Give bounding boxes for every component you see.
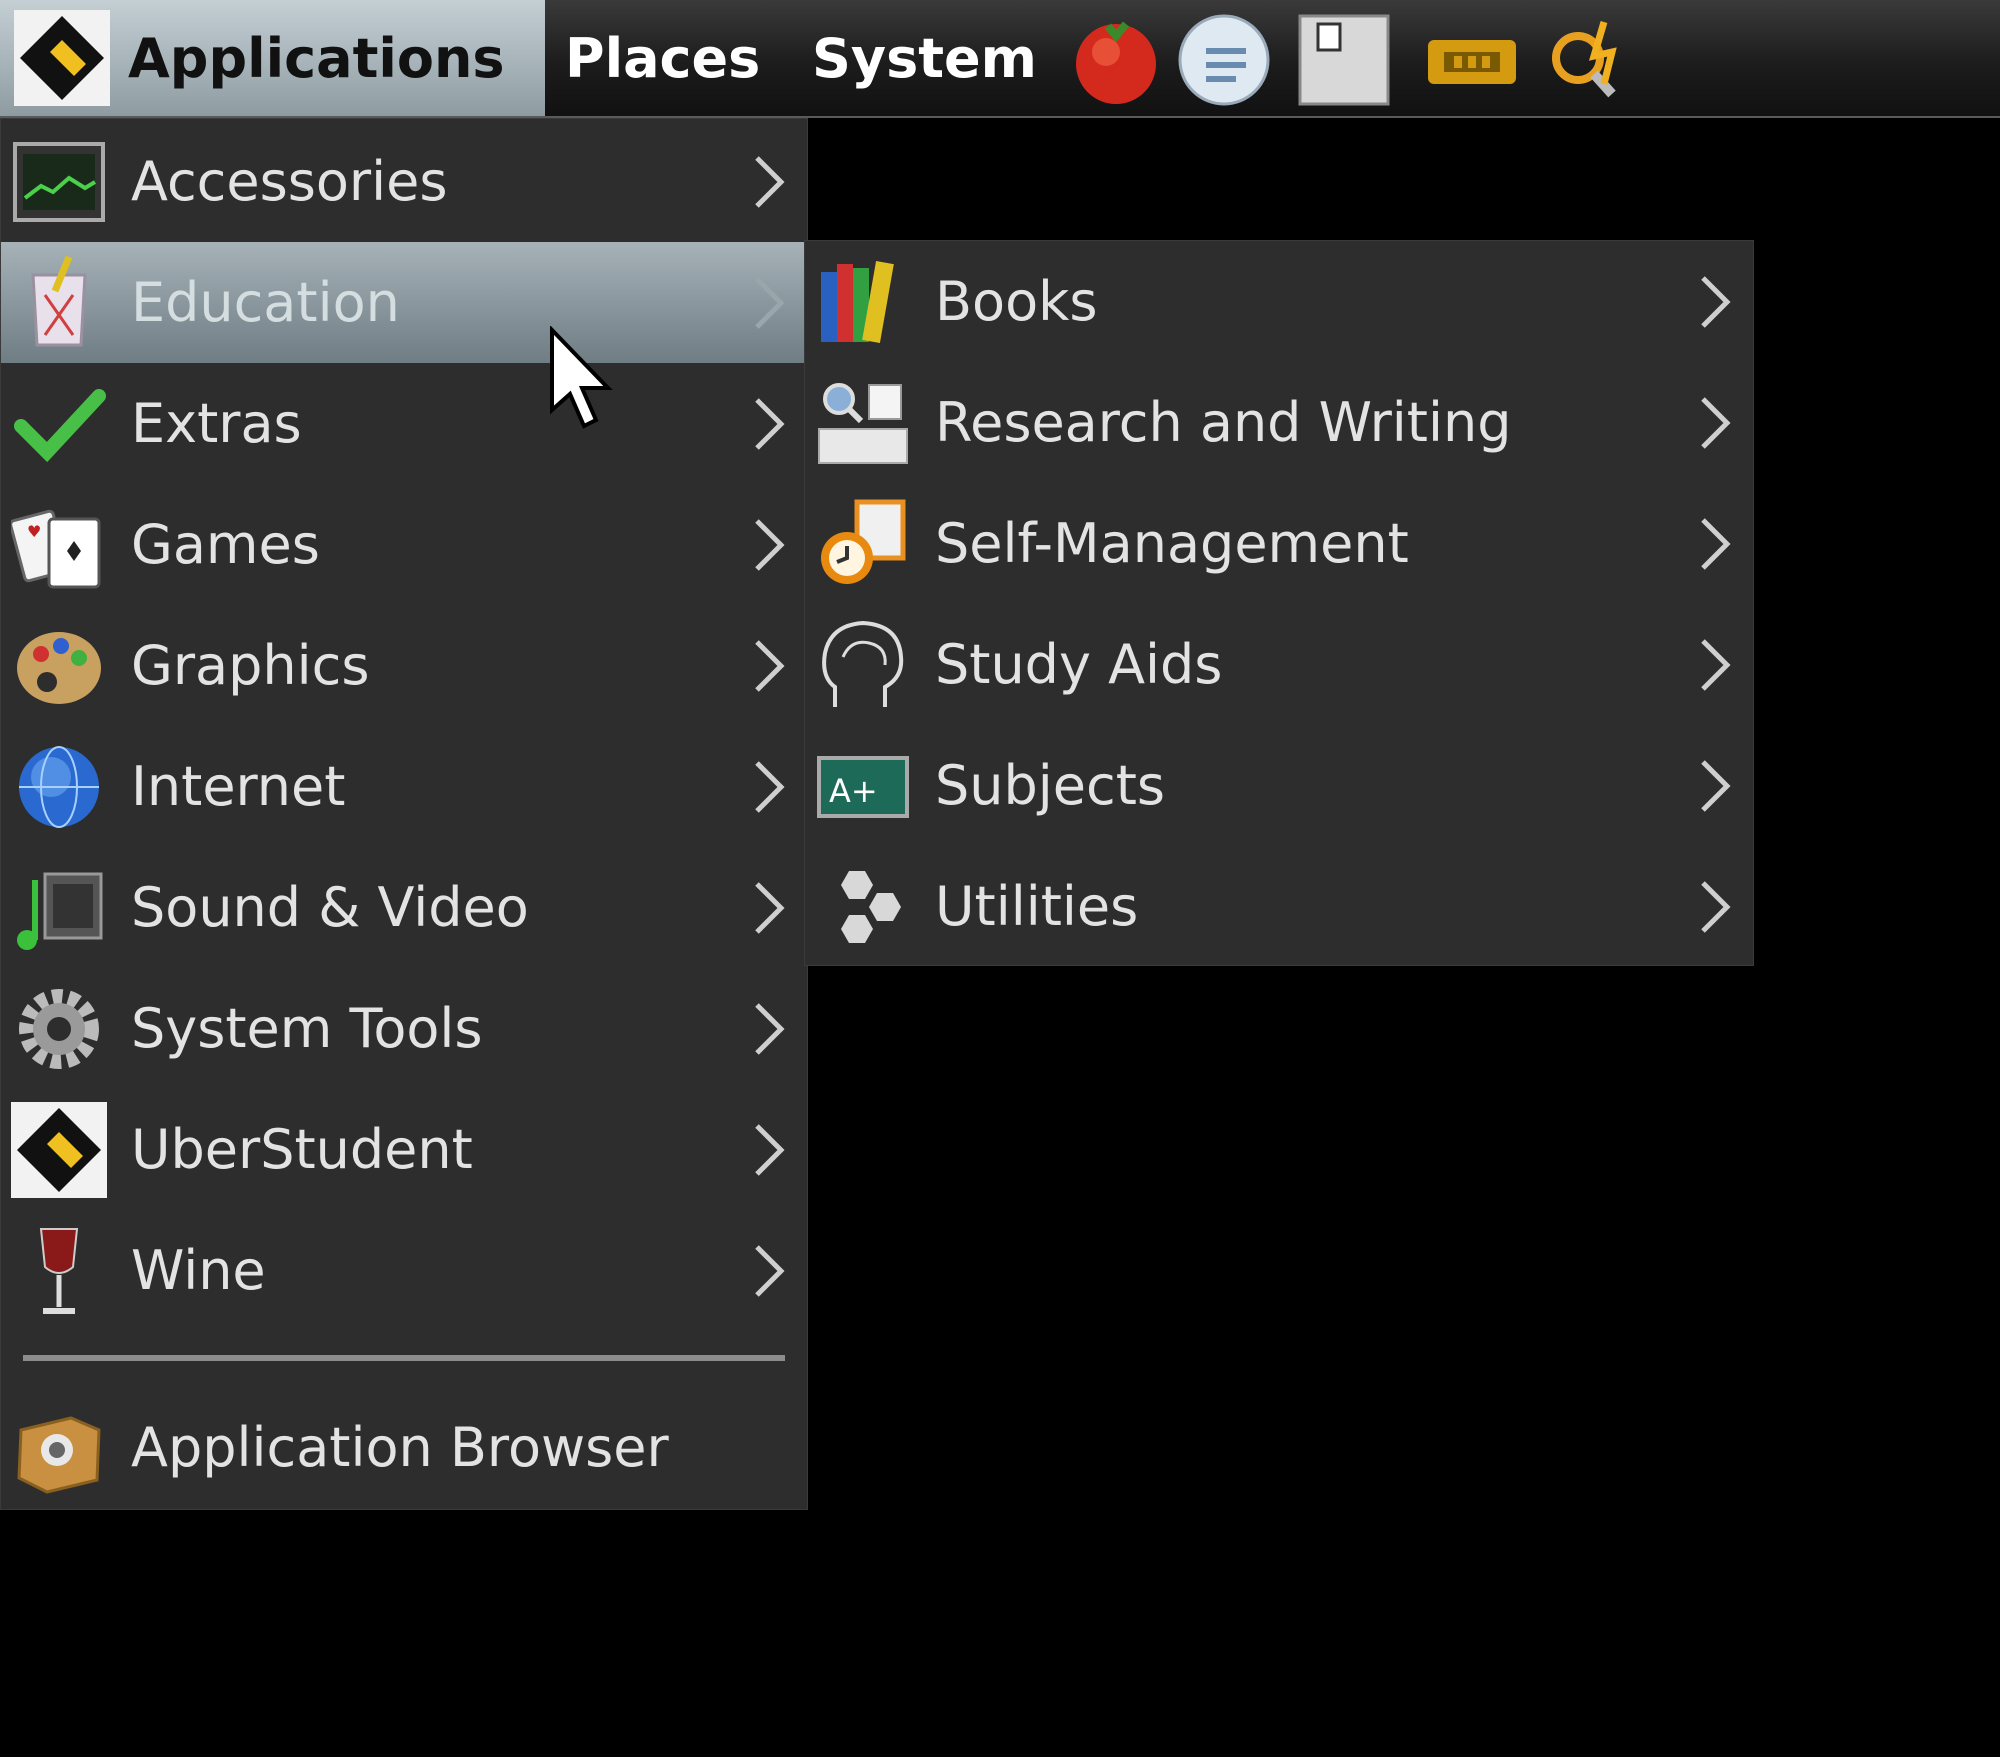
- chevron-right-icon: [755, 155, 785, 208]
- menu-item-label: UberStudent: [131, 1118, 473, 1181]
- menu-item-label: System Tools: [131, 997, 483, 1060]
- menu-item-uberstudent[interactable]: UberStudent: [1, 1089, 807, 1210]
- education-icon: [31, 255, 87, 346]
- chevron-right-icon: [755, 1002, 785, 1055]
- chevron-right-icon: [755, 1244, 785, 1297]
- submenu-item-books[interactable]: Books: [805, 241, 1753, 362]
- submenu-item-subjects[interactable]: A+ Subjects: [805, 725, 1753, 846]
- system-label: System: [812, 26, 1037, 90]
- chevron-right-icon: [755, 276, 785, 329]
- submenu-item-label: Study Aids: [935, 633, 1223, 696]
- menu-item-label: Education: [131, 271, 400, 334]
- menu-item-internet[interactable]: Internet: [1, 726, 807, 847]
- magnifier-keyboard-icon: [818, 382, 908, 464]
- chalkboard-icon: A+: [817, 755, 909, 818]
- menu-item-label: Sound & Video: [131, 876, 529, 939]
- menu-item-label: Internet: [131, 755, 346, 818]
- paint-palette-icon: [17, 631, 101, 704]
- books-icon: [821, 260, 894, 343]
- chevron-right-icon: [755, 1123, 785, 1176]
- chevron-right-icon: [1701, 517, 1731, 570]
- menu-item-label: Wine: [131, 1239, 266, 1302]
- search-power-icon[interactable]: [1542, 12, 1638, 108]
- wine-glass-icon: [39, 1227, 79, 1314]
- checkmark-icon: [14, 388, 106, 462]
- submenu-item-label: Self-Management: [935, 512, 1409, 575]
- chevron-right-icon: [1701, 880, 1731, 933]
- menu-item-application-browser[interactable]: Application Browser: [1, 1387, 807, 1508]
- submenu-item-study-aids[interactable]: Study Aids: [805, 604, 1753, 725]
- gear-icon: [19, 988, 99, 1069]
- menu-item-label: Graphics: [131, 634, 370, 697]
- applications-menu: Accessories Education Extras ♥ Games Gra…: [0, 118, 808, 1510]
- hexagons-icon: [841, 870, 901, 943]
- top-panel: Applications Places System: [0, 0, 2000, 118]
- menu-item-label: Accessories: [131, 150, 448, 213]
- menu-item-label: Extras: [131, 392, 302, 455]
- menu-item-education[interactable]: Education: [1, 242, 807, 363]
- svg-text:♥: ♥: [27, 522, 41, 541]
- uberstudent-logo-icon: [14, 10, 110, 106]
- applications-menu-button[interactable]: Applications: [0, 0, 545, 116]
- application-browser-icon: [17, 1415, 101, 1494]
- menu-item-system-tools[interactable]: System Tools: [1, 968, 807, 1089]
- places-label: Places: [565, 26, 761, 90]
- system-menu-button[interactable]: System: [812, 0, 1037, 116]
- submenu-item-label: Utilities: [935, 875, 1139, 938]
- education-submenu: Books Research and Writing Self-Manageme…: [804, 240, 1754, 966]
- tomato-timer-icon[interactable]: [1068, 12, 1164, 108]
- places-menu-button[interactable]: Places: [565, 0, 760, 116]
- menu-item-extras[interactable]: Extras: [1, 363, 807, 484]
- submenu-item-label: Research and Writing: [935, 391, 1512, 454]
- playing-cards-icon: ♥: [11, 509, 101, 588]
- globe-icon: [19, 745, 99, 828]
- chevron-right-icon: [755, 397, 785, 450]
- submenu-item-utilities[interactable]: Utilities: [805, 846, 1753, 967]
- menu-item-sound-video[interactable]: Sound & Video: [1, 847, 807, 968]
- uberstudent-logo-icon: [11, 1101, 107, 1198]
- applications-label: Applications: [128, 26, 505, 90]
- chevron-right-icon: [755, 639, 785, 692]
- menu-item-accessories[interactable]: Accessories: [1, 121, 807, 242]
- notes-app-icon[interactable]: [1176, 12, 1272, 108]
- chevron-right-icon: [1701, 396, 1731, 449]
- mouse-pointer-icon: [550, 326, 613, 429]
- menu-item-games[interactable]: ♥ Games: [1, 484, 807, 605]
- brain-head-icon: [822, 620, 904, 707]
- keyboard-ram-icon[interactable]: [1424, 12, 1520, 108]
- chevron-right-icon: [755, 881, 785, 934]
- menu-item-graphics[interactable]: Graphics: [1, 605, 807, 726]
- submenu-item-label: Books: [935, 270, 1098, 333]
- submenu-item-label: Subjects: [935, 754, 1166, 817]
- chevron-right-icon: [1701, 759, 1731, 812]
- chevron-right-icon: [755, 760, 785, 813]
- submenu-item-research-and-writing[interactable]: Research and Writing: [805, 362, 1753, 483]
- menu-separator: [23, 1355, 785, 1361]
- chevron-right-icon: [1701, 638, 1731, 691]
- menu-item-wine[interactable]: Wine: [1, 1210, 807, 1331]
- clock-clipboard-icon: [821, 499, 906, 584]
- chevron-right-icon: [1701, 275, 1731, 328]
- chevron-right-icon: [755, 518, 785, 571]
- svg-text:A+: A+: [829, 772, 878, 810]
- music-film-icon: [17, 872, 103, 950]
- accessories-icon: [13, 141, 105, 222]
- submenu-item-self-management[interactable]: Self-Management: [805, 483, 1753, 604]
- menu-item-label: Application Browser: [131, 1416, 669, 1479]
- document-icon[interactable]: [1296, 12, 1392, 108]
- menu-item-label: Games: [131, 513, 320, 576]
